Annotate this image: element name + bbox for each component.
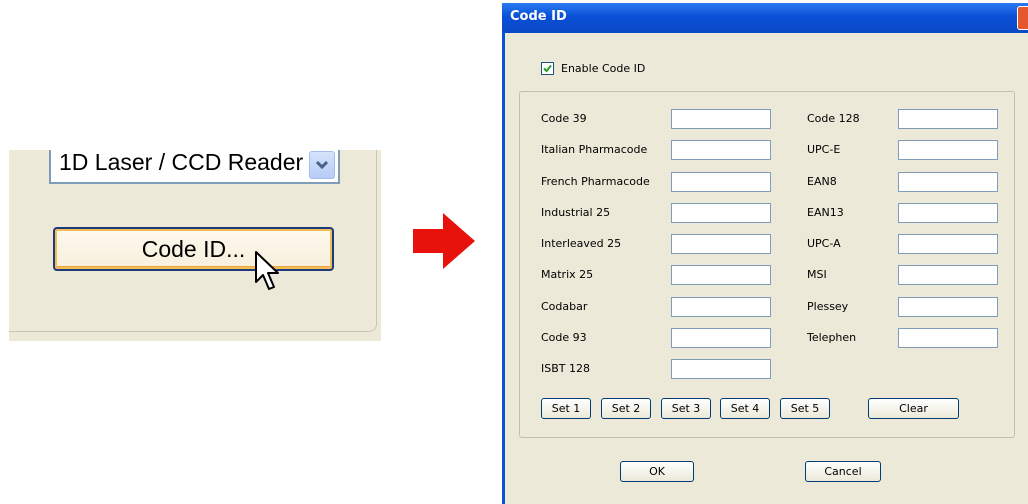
set-5-button[interactable]: Set 5 (780, 398, 830, 419)
left-field-label: ISBT 128 (541, 362, 590, 375)
left-field-label: Codabar (541, 300, 588, 313)
left-code-id-input[interactable] (671, 328, 771, 348)
left-field-label: Interleaved 25 (541, 237, 622, 250)
right-field-label: Plessey (807, 300, 849, 313)
left-code-id-input[interactable] (671, 359, 771, 379)
dialog-titlebar: Code ID (502, 3, 1028, 33)
right-code-id-input[interactable] (898, 172, 998, 192)
left-field-label: French Pharmacode (541, 175, 650, 188)
reader-type-select[interactable]: 1D Laser / CCD Reader (49, 150, 340, 184)
left-field-label: Code 93 (541, 331, 587, 344)
left-code-id-input[interactable] (671, 265, 771, 285)
right-code-id-input[interactable] (898, 328, 998, 348)
enable-code-id-row[interactable]: Enable Code ID (541, 62, 645, 75)
left-code-id-input[interactable] (671, 172, 771, 192)
left-field-label: Italian Pharmacode (541, 143, 648, 156)
left-code-id-input[interactable] (671, 203, 771, 223)
right-field-label: Code 128 (807, 112, 860, 125)
right-code-id-input[interactable] (898, 140, 998, 160)
right-field-label: Telephen (807, 331, 857, 344)
cancel-button[interactable]: Cancel (805, 461, 881, 482)
chevron-down-icon[interactable] (309, 151, 335, 179)
left-field-label: Industrial 25 (541, 206, 611, 219)
code-id-dialog: Code ID Enable Code ID Code 39 Italian Ph… (502, 3, 1028, 504)
left-field-label: Matrix 25 (541, 268, 594, 281)
left-code-id-input[interactable] (671, 140, 771, 160)
set-1-button[interactable]: Set 1 (541, 398, 591, 419)
enable-code-id-label: Enable Code ID (561, 62, 646, 75)
set-3-button[interactable]: Set 3 (661, 398, 711, 419)
close-button[interactable] (1017, 6, 1028, 30)
zoomed-settings-panel: 1D Laser / CCD Reader Code ID... (9, 150, 381, 341)
right-code-id-input[interactable] (898, 234, 998, 254)
right-field-label: EAN13 (807, 206, 844, 219)
right-field-label: UPC-E (807, 143, 841, 156)
set-4-button[interactable]: Set 4 (720, 398, 770, 419)
right-field-label: EAN8 (807, 175, 837, 188)
left-code-id-input[interactable] (671, 297, 771, 317)
left-code-id-input[interactable] (671, 109, 771, 129)
left-code-id-input[interactable] (671, 234, 771, 254)
left-field-label: Code 39 (541, 112, 587, 125)
enable-code-id-checkbox[interactable] (541, 62, 554, 75)
clear-button[interactable]: Clear (868, 398, 959, 419)
dialog-title: Code ID (510, 9, 567, 24)
right-field-label: UPC-A (807, 237, 841, 250)
arrow-right-icon (413, 213, 475, 269)
right-code-id-input[interactable] (898, 109, 998, 129)
right-code-id-input[interactable] (898, 297, 998, 317)
right-code-id-input[interactable] (898, 265, 998, 285)
ok-button[interactable]: OK (620, 461, 694, 482)
set-2-button[interactable]: Set 2 (601, 398, 651, 419)
checkmark-icon (543, 64, 552, 73)
right-code-id-input[interactable] (898, 203, 998, 223)
mouse-pointer-icon (255, 251, 279, 290)
reader-type-value: 1D Laser / CCD Reader (59, 150, 304, 175)
right-field-label: MSI (807, 268, 827, 281)
code-id-button[interactable]: Code ID... (53, 227, 334, 271)
